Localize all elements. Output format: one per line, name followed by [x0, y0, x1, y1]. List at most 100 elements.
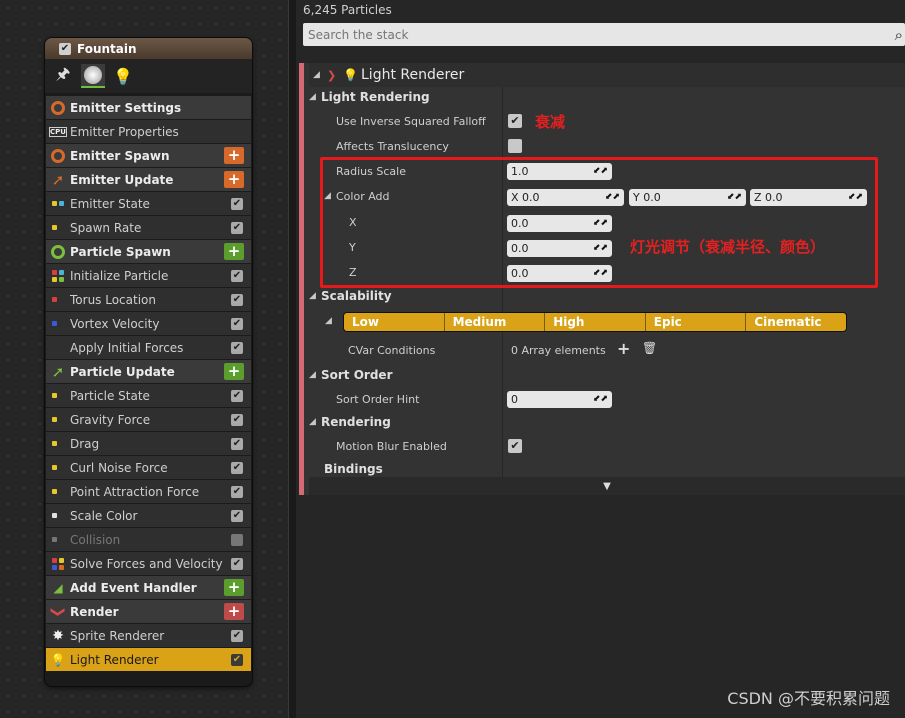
- stack-row-label: Scale Color: [70, 508, 138, 523]
- add-module-button[interactable]: +: [224, 171, 244, 188]
- stack-row-drag[interactable]: Drag ✔: [46, 431, 251, 455]
- scalability-low[interactable]: Low: [344, 313, 445, 331]
- enable-checkbox[interactable]: ✔: [231, 629, 243, 642]
- collapse-icon[interactable]: ◢: [313, 70, 327, 80]
- category-light-rendering[interactable]: ◢ Light Rendering: [309, 85, 430, 109]
- enable-checkbox[interactable]: ✔: [231, 485, 243, 498]
- add-module-button[interactable]: +: [224, 147, 244, 164]
- enable-checkbox[interactable]: ✔: [231, 413, 243, 426]
- stack-row-curl-noise-force[interactable]: Curl Noise Force ✔: [46, 455, 251, 479]
- category-rendering[interactable]: ◢ Rendering: [309, 410, 391, 434]
- enable-checkbox[interactable]: ✔: [231, 557, 243, 570]
- enable-checkbox[interactable]: ✔: [231, 389, 243, 402]
- stack-row-collision[interactable]: Collision: [46, 527, 251, 551]
- category-label: Bindings: [324, 462, 383, 476]
- add-element-icon[interactable]: +: [617, 339, 630, 358]
- enable-checkbox[interactable]: ✔: [231, 461, 243, 474]
- collapse-icon[interactable]: ◢: [309, 291, 321, 301]
- stack-row-vortex-velocity[interactable]: Vortex Velocity ✔: [46, 311, 251, 335]
- stack-row-label: Torus Location: [70, 292, 156, 307]
- stack-row-label: Light Renderer: [70, 652, 159, 667]
- search-icon[interactable]: ⌕: [895, 26, 903, 44]
- stack-row-emitter-update[interactable]: ➚ Emitter Update +: [46, 167, 251, 191]
- scalability-cinematic[interactable]: Cinematic: [746, 313, 846, 331]
- emitter-title-bar[interactable]: ✔ Fountain: [45, 38, 252, 59]
- thumbnail-icon[interactable]: [81, 64, 105, 88]
- stack-row-add-event-handler[interactable]: ◢ Add Event Handler +: [46, 575, 251, 599]
- stack-row-particle-spawn[interactable]: Particle Spawn +: [46, 239, 251, 263]
- collapse-icon[interactable]: ◢: [325, 316, 332, 326]
- search-input[interactable]: [303, 23, 905, 46]
- stack-row-solve-forces-and-velocity[interactable]: Solve Forces and Velocity ✔: [46, 551, 251, 575]
- stack-row-light-renderer[interactable]: 💡 Light Renderer ✔: [46, 647, 251, 671]
- renderer-title: Light Renderer: [361, 67, 465, 83]
- stack-row-gravity-force[interactable]: Gravity Force ✔: [46, 407, 251, 431]
- enable-checkbox[interactable]: [231, 533, 243, 546]
- stack-row-emitter-properties[interactable]: CPU Emitter Properties: [46, 119, 251, 143]
- enable-checkbox[interactable]: ✔: [231, 317, 243, 330]
- stack-row-spawn-rate[interactable]: Spawn Rate ✔: [46, 215, 251, 239]
- stack-row-scale-color[interactable]: Scale Color ✔: [46, 503, 251, 527]
- stack-row-emitter-settings[interactable]: Emitter Settings: [46, 95, 251, 119]
- emitter-settings-icon: [46, 100, 70, 115]
- stack-row-label: Render: [70, 604, 119, 619]
- scalability-high[interactable]: High: [545, 313, 646, 331]
- enable-checkbox[interactable]: ✔: [231, 221, 243, 234]
- stack-row-particle-state[interactable]: Particle State ✔: [46, 383, 251, 407]
- enable-checkbox[interactable]: ✔: [231, 509, 243, 522]
- stack-row-label: Particle State: [70, 388, 150, 403]
- bulb-icon[interactable]: 💡: [111, 64, 135, 88]
- stack-row-apply-initial-forces[interactable]: Apply Initial Forces ✔: [46, 335, 251, 359]
- pin-icon[interactable]: 🖈: [51, 64, 75, 88]
- use-inverse-checkbox[interactable]: ✔: [508, 114, 522, 128]
- collapse-icon[interactable]: ◢: [309, 417, 321, 427]
- enable-checkbox[interactable]: ✔: [231, 653, 243, 666]
- enable-checkbox[interactable]: ✔: [231, 269, 243, 282]
- collapse-icon[interactable]: ◢: [309, 92, 321, 102]
- scalability-levels[interactable]: Low Medium High Epic Cinematic: [343, 312, 847, 332]
- prop-motion-blur: Motion Blur Enabled: [336, 434, 447, 458]
- stack-row-sprite-renderer[interactable]: ✸ Sprite Renderer ✔: [46, 623, 251, 647]
- collapse-icon[interactable]: ◢: [309, 370, 321, 380]
- trash-icon[interactable]: 🗑: [642, 341, 657, 355]
- annotation-box: [320, 157, 878, 288]
- cpu-icon: CPU: [49, 126, 67, 137]
- category-sort-order[interactable]: ◢ Sort Order: [309, 363, 392, 387]
- add-module-button[interactable]: +: [224, 579, 244, 596]
- emitter-node[interactable]: ✔ Fountain 🖈 💡 Emitter Settings CPU Emitte…: [45, 38, 252, 686]
- add-module-button[interactable]: +: [224, 363, 244, 380]
- enable-checkbox[interactable]: ✔: [231, 293, 243, 306]
- enable-checkbox[interactable]: ✔: [231, 341, 243, 354]
- add-module-button[interactable]: +: [224, 603, 244, 620]
- sort-order-hint-field[interactable]: 0 ⬋⬈: [507, 391, 612, 408]
- stack-row-point-attraction-force[interactable]: Point Attraction Force ✔: [46, 479, 251, 503]
- enable-checkbox[interactable]: ✔: [231, 197, 243, 210]
- stack-row-label: Initialize Particle: [70, 268, 169, 283]
- motion-blur-checkbox[interactable]: ✔: [508, 439, 522, 453]
- module-type-icon: [46, 269, 70, 282]
- drag-arrow-icon[interactable]: ⬋⬈: [593, 391, 608, 408]
- graph-canvas[interactable]: ✔ Fountain 🖈 💡 Emitter Settings CPU Emitte…: [0, 0, 288, 718]
- stack-row-emitter-state[interactable]: Emitter State ✔: [46, 191, 251, 215]
- stack-row-emitter-spawn[interactable]: Emitter Spawn +: [46, 143, 251, 167]
- category-label: Light Rendering: [321, 90, 430, 104]
- expand-bar[interactable]: ▼: [309, 477, 905, 495]
- scalability-epic[interactable]: Epic: [645, 313, 747, 331]
- stack-row-particle-update[interactable]: ➚ Particle Update +: [46, 359, 251, 383]
- emitter-enable-checkbox[interactable]: ✔: [59, 42, 71, 55]
- chevron-down-icon[interactable]: ▼: [603, 481, 611, 492]
- cvar-value: 0 Array elements: [511, 344, 606, 357]
- emitter-spawn-icon: [46, 148, 70, 163]
- particle-count: 6,245 Particles: [303, 3, 392, 17]
- enable-checkbox[interactable]: ✔: [231, 437, 243, 450]
- stack-row-render[interactable]: ❯ Render +: [46, 599, 251, 623]
- category-label: Rendering: [321, 415, 391, 429]
- add-module-button[interactable]: +: [224, 243, 244, 260]
- splitter[interactable]: [288, 0, 296, 718]
- annotation-falloff: 衰减: [535, 113, 566, 131]
- stack-row-initialize-particle[interactable]: Initialize Particle ✔: [46, 263, 251, 287]
- renderer-header[interactable]: ◢ ❯ 💡 Light Renderer: [309, 63, 905, 87]
- scalability-medium[interactable]: Medium: [444, 313, 546, 331]
- affects-translucency-checkbox[interactable]: [508, 139, 522, 153]
- stack-row-torus-location[interactable]: Torus Location ✔: [46, 287, 251, 311]
